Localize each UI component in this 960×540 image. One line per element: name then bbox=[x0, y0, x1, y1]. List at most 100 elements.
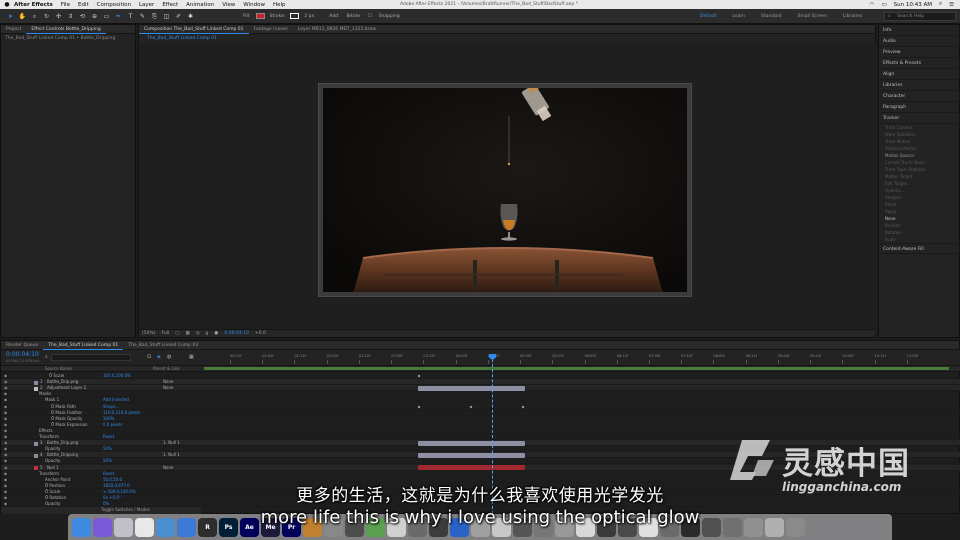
menu-animation[interactable]: Animation bbox=[186, 2, 214, 8]
menu-help[interactable]: Help bbox=[273, 2, 286, 8]
app-menu[interactable]: After Effects bbox=[14, 2, 53, 8]
apply-button[interactable]: Apply bbox=[879, 208, 959, 215]
tab-timeline-comp[interactable]: The_Bad_Stuff Linked Comp 01 bbox=[43, 341, 124, 350]
panel-tracker[interactable]: Tracker bbox=[879, 113, 959, 124]
menu-composition[interactable]: Composition bbox=[97, 2, 131, 8]
clone-tool-icon[interactable]: ⎘ bbox=[150, 12, 159, 21]
menu-effect[interactable]: Effect bbox=[162, 2, 178, 8]
layer-label-color[interactable] bbox=[34, 466, 38, 470]
transparency-grid-icon[interactable]: ▦ bbox=[185, 331, 189, 336]
brush-tool-icon[interactable]: ✎ bbox=[138, 12, 147, 21]
timeline-search-input[interactable] bbox=[51, 354, 131, 361]
layer-duration-bar[interactable] bbox=[418, 452, 525, 458]
add-label[interactable]: Add: bbox=[329, 14, 339, 19]
region-of-interest-icon[interactable]: ▢ bbox=[175, 331, 179, 336]
pan-tool-icon[interactable]: ✣ bbox=[54, 12, 63, 21]
snapping-checkbox[interactable]: ☐ bbox=[368, 14, 372, 19]
tab-layer[interactable]: Layer MB11_0826 MDT_1322.braw bbox=[293, 25, 381, 34]
fill-swatch[interactable] bbox=[255, 13, 265, 19]
workspace-small-screen[interactable]: Small Screen bbox=[798, 14, 827, 19]
viewer-timecode[interactable]: 0:00:04:10 bbox=[224, 331, 249, 336]
options-button[interactable]: Options... bbox=[879, 187, 959, 194]
wifi-icon[interactable]: ◠ bbox=[870, 2, 875, 8]
motion-source-value[interactable]: None bbox=[879, 215, 959, 222]
battery-icon[interactable]: ▭ bbox=[881, 2, 886, 8]
eraser-tool-icon[interactable]: ◫ bbox=[162, 12, 171, 21]
menu-layer[interactable]: Layer bbox=[139, 2, 154, 8]
roto-brush-tool-icon[interactable]: ✐ bbox=[174, 12, 183, 21]
timeline-current-time[interactable]: 0:00:04:10 bbox=[6, 351, 39, 358]
motion-blur-icon[interactable]: ◍ bbox=[167, 354, 171, 360]
rectangle-tool-icon[interactable]: ▭ bbox=[102, 12, 111, 21]
panel-character[interactable]: Character bbox=[879, 91, 959, 102]
pan-behind-tool-icon[interactable]: ⊕ bbox=[90, 12, 99, 21]
panel-paragraph[interactable]: Paragraph bbox=[879, 102, 959, 113]
layer-duration-bar[interactable] bbox=[418, 385, 525, 391]
show-channel-icon[interactable]: ● bbox=[214, 331, 218, 336]
timeline-ruler[interactable]: 00:12f 01:00f 01:12f 02:00f 02:12f 03:00f 03:1… bbox=[202, 354, 951, 364]
magnification-dropdown[interactable]: (50%) bbox=[142, 331, 156, 336]
spotlight-icon[interactable]: ⌕ bbox=[939, 1, 942, 8]
comp-breadcrumb[interactable]: The_Bad_Stuff Linked Comp 01 bbox=[143, 34, 221, 43]
selection-tool-icon[interactable]: ➤ bbox=[6, 12, 15, 21]
menu-edit[interactable]: Edit bbox=[78, 2, 89, 8]
column-source-name[interactable]: Source Name bbox=[45, 366, 72, 371]
tab-project[interactable]: Project bbox=[1, 25, 26, 34]
panel-info[interactable]: Info bbox=[879, 25, 959, 36]
dolly-tool-icon[interactable]: ⇕ bbox=[66, 12, 75, 21]
layer-duration-bar[interactable] bbox=[418, 465, 525, 470]
hand-tool-icon[interactable]: ✋ bbox=[18, 12, 27, 21]
column-parent[interactable]: Parent & Link bbox=[153, 366, 180, 371]
tab-effect-controls[interactable]: Effect Controls Bottle_Dripping bbox=[26, 25, 106, 34]
workspace-default[interactable]: Default bbox=[700, 14, 716, 19]
search-help-field[interactable]: ⌕ Search Help bbox=[884, 12, 956, 21]
tab-composition[interactable]: Composition The_Bad_Stuff Linked Comp 01 bbox=[139, 25, 249, 34]
puppet-tool-icon[interactable]: ✱ bbox=[186, 12, 195, 21]
layer-label-color[interactable] bbox=[34, 441, 38, 446]
apple-icon[interactable]: ● bbox=[0, 1, 14, 8]
panel-content-aware-fill[interactable]: Content-Aware Fill bbox=[879, 243, 959, 254]
control-center-icon[interactable]: ☰ bbox=[949, 2, 954, 8]
workspace-standard[interactable]: Standard bbox=[761, 14, 781, 19]
menu-file[interactable]: File bbox=[61, 2, 70, 8]
draft-3d-icon[interactable]: ⊡ bbox=[147, 354, 151, 360]
graph-editor-icon[interactable]: ▦ bbox=[189, 354, 194, 360]
tab-render-queue[interactable]: Render Queue bbox=[1, 341, 43, 350]
layer-label-color[interactable] bbox=[34, 386, 38, 391]
type-tool-icon[interactable]: T bbox=[126, 12, 135, 21]
bezier-label[interactable]: Bézier bbox=[346, 14, 360, 19]
panel-effects-presets[interactable]: Effects & Presets bbox=[879, 58, 959, 69]
tab-footage[interactable]: Footage (none) bbox=[249, 25, 293, 34]
mask-visibility-icon[interactable]: ◎ bbox=[196, 331, 200, 336]
panel-libraries[interactable]: Libraries bbox=[879, 80, 959, 91]
tracker-check-scale[interactable]: Scale bbox=[879, 236, 959, 243]
reset-button[interactable]: Reset bbox=[879, 201, 959, 208]
clock[interactable]: Sun 10:43 AM bbox=[894, 2, 932, 8]
layer-label-color[interactable] bbox=[34, 380, 38, 385]
snapshot-icon[interactable]: ⌷ bbox=[206, 331, 209, 337]
layer-duration-bar[interactable] bbox=[418, 440, 525, 446]
rotation-tool-icon[interactable]: ⟲ bbox=[78, 12, 87, 21]
workspace-learn[interactable]: Learn bbox=[732, 14, 745, 19]
panel-audio[interactable]: Audio bbox=[879, 36, 959, 47]
workspace-libraries[interactable]: Libraries bbox=[843, 14, 862, 19]
exposure-value[interactable]: +0.0 bbox=[255, 331, 266, 336]
tracker-check-position[interactable]: Position bbox=[879, 222, 959, 229]
tracker-check-rotation[interactable]: Rotation bbox=[879, 229, 959, 236]
menu-view[interactable]: View bbox=[222, 2, 235, 8]
stroke-width[interactable]: 2 px bbox=[304, 14, 314, 19]
resolution-dropdown[interactable]: Full bbox=[162, 331, 170, 336]
tab-timeline-comp-3[interactable]: The_Bad_Stuff Linked Comp 03 bbox=[123, 341, 203, 350]
zoom-tool-icon[interactable]: ⌕ bbox=[30, 12, 39, 21]
pen-tool-icon[interactable]: ✒ bbox=[114, 12, 123, 21]
comp-flowchart-icon[interactable]: ◈ bbox=[157, 354, 161, 360]
layer-label-color[interactable] bbox=[34, 453, 38, 458]
timeline-search-icon[interactable]: ⌕ bbox=[45, 354, 48, 360]
panel-preview[interactable]: Preview bbox=[879, 47, 959, 58]
work-area-bar[interactable] bbox=[204, 367, 949, 370]
orbit-tool-icon[interactable]: ↻ bbox=[42, 12, 51, 21]
viewer-stage[interactable] bbox=[139, 43, 877, 335]
panel-align[interactable]: Align bbox=[879, 69, 959, 80]
edit-target-button[interactable]: Edit Target... bbox=[879, 180, 959, 187]
stroke-swatch[interactable] bbox=[290, 13, 300, 19]
